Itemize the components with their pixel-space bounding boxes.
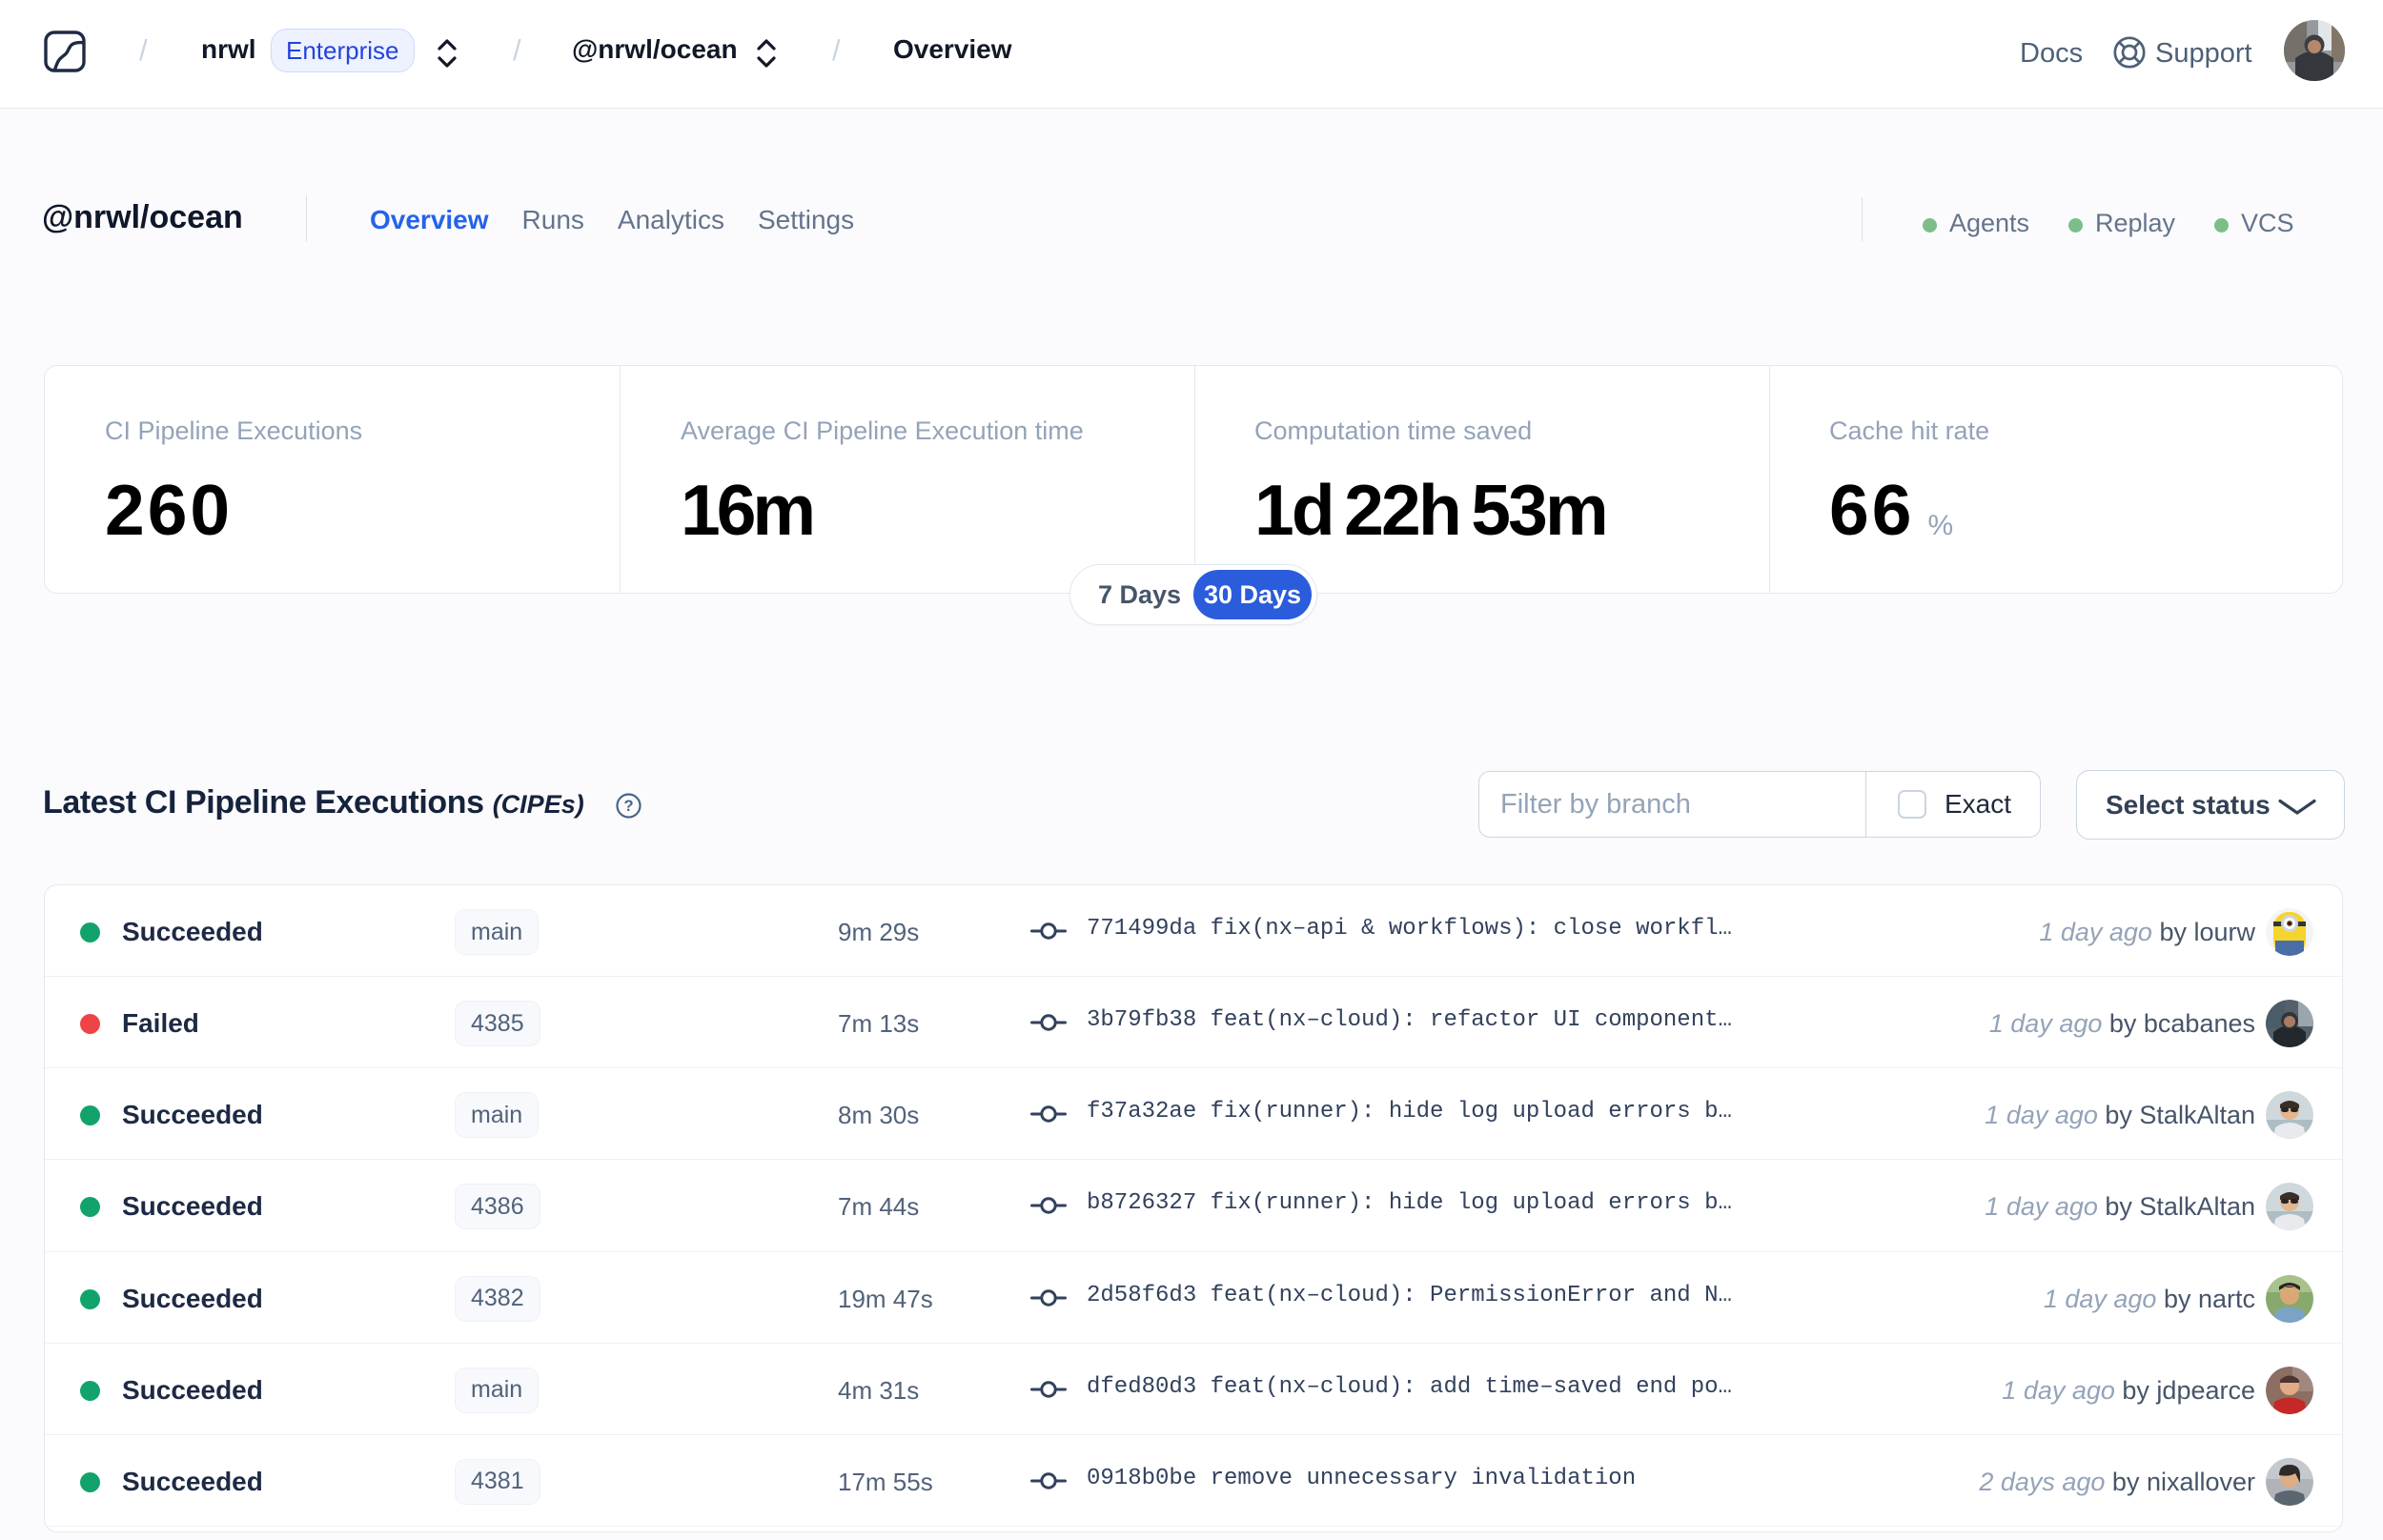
svg-text:?: ? [623,798,633,815]
